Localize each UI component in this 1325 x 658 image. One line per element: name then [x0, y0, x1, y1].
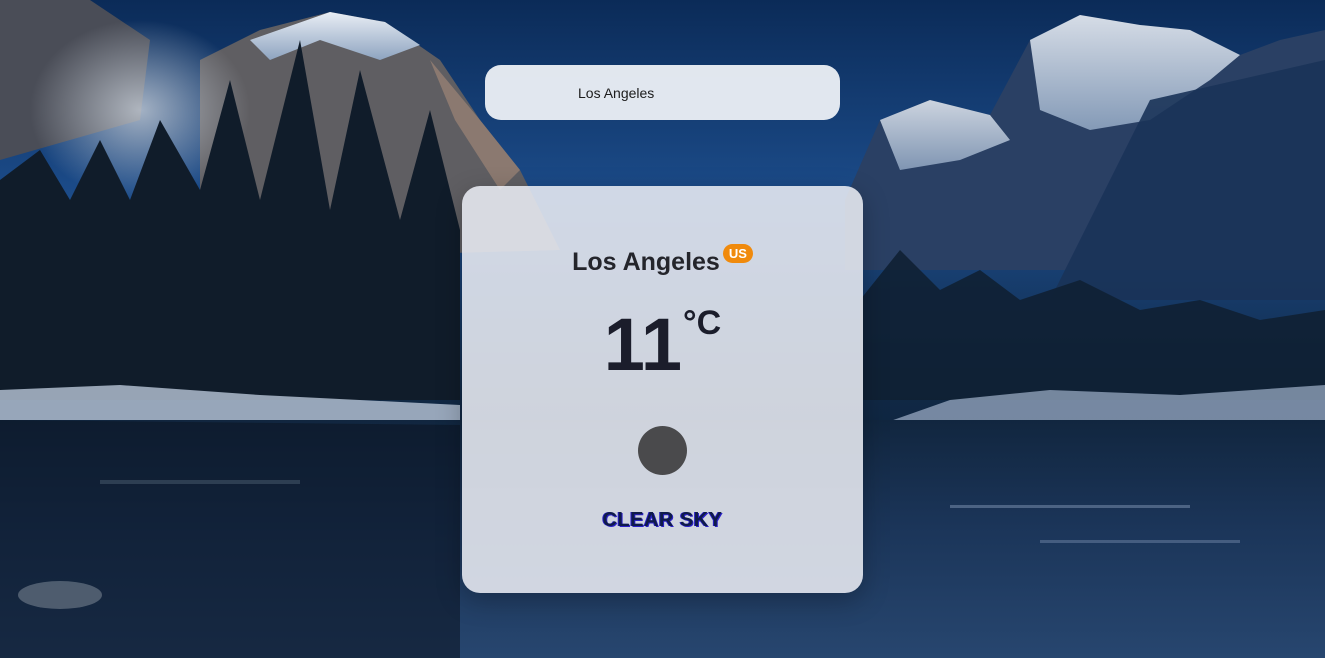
weather-condition: CLEAR SKY	[602, 509, 723, 531]
app-background: Los AngelesUS 11°C CLEAR SKY	[0, 0, 1325, 658]
weather-card: Los Angeles US 11°C CLEAR SKY	[462, 186, 863, 593]
city-search-box[interactable]	[485, 65, 840, 120]
temperature-unit: °C	[683, 304, 722, 342]
temperature-row: 11°C	[462, 304, 863, 382]
city-name: Los Angeles	[572, 248, 720, 276]
city-search-input[interactable]	[578, 84, 818, 101]
weather-status-icon	[638, 426, 687, 475]
country-badge: US	[722, 244, 753, 263]
location-row: Los Angeles US	[462, 244, 863, 277]
temperature-value: 11	[603, 303, 683, 386]
